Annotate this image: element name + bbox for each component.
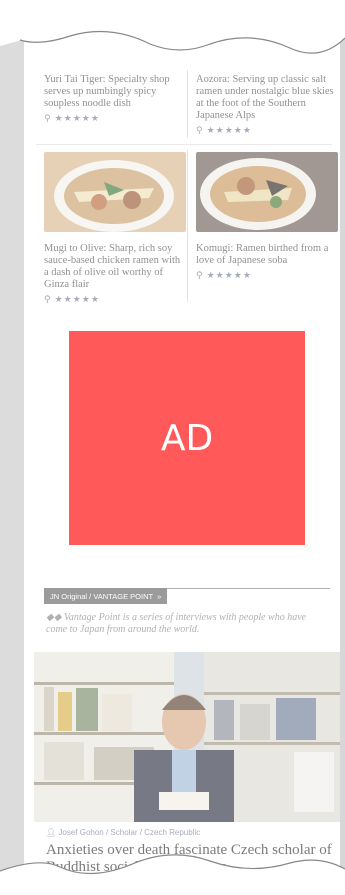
- location-pin-icon: ⚲: [44, 295, 52, 305]
- torn-edge-top: [0, 0, 345, 54]
- article-description: Mugi to Olive: Sharp, rich soy sauce-bas…: [44, 243, 181, 290]
- article-description: Komugi: Ramen birthed from a love of Jap…: [196, 243, 329, 266]
- advertisement[interactable]: AD: [69, 331, 305, 545]
- article-card[interactable]: Komugi: Ramen birthed from a love of Jap…: [196, 152, 338, 281]
- article-card[interactable]: Yuri Tai Tiger: Specialty shop serves up…: [44, 74, 186, 124]
- ramen-bowl-image[interactable]: [44, 152, 186, 232]
- article-card[interactable]: Mugi to Olive: Sharp, rich soy sauce-bas…: [44, 152, 186, 305]
- location-pin-icon: ⚲: [44, 114, 52, 124]
- ad-label: AD: [160, 417, 214, 459]
- background-left: [0, 0, 26, 895]
- article-page: Yuri Tai Tiger: Specialty shop serves up…: [24, 0, 340, 895]
- badge-label: JN Original / VANTAGE POINT: [50, 591, 154, 601]
- rating-stars: ⚲ ★★★★★: [44, 295, 100, 305]
- torn-edge-bottom: [0, 854, 345, 895]
- column-divider: [187, 70, 188, 138]
- ramen-bowl-image[interactable]: [196, 152, 338, 232]
- series-description: ◆◆ Vantage Point is a series of intervie…: [46, 612, 307, 635]
- interviewee-photo[interactable]: [34, 652, 340, 822]
- row-divider: [36, 144, 332, 145]
- vantage-point-badge[interactable]: JN Original / VANTAGE POINT »: [44, 588, 168, 604]
- location-pin-icon: ⚲: [196, 271, 204, 281]
- diamond-icon: ◆◆: [46, 612, 62, 623]
- location-pin-icon: ⚲: [196, 126, 204, 136]
- rating-stars: ⚲ ★★★★★: [44, 114, 100, 124]
- article-description: Aozora: Serving up classic salt ramen un…: [196, 74, 334, 121]
- rating-stars: ⚲ ★★★★★: [196, 126, 252, 136]
- article-description: Yuri Tai Tiger: Specialty shop serves up…: [44, 74, 170, 109]
- column-divider: [187, 150, 188, 302]
- double-chevron-right-icon: »: [157, 591, 162, 601]
- rating-stars: ⚲ ★★★★★: [196, 271, 252, 281]
- article-card[interactable]: Aozora: Serving up classic salt ramen un…: [196, 74, 338, 136]
